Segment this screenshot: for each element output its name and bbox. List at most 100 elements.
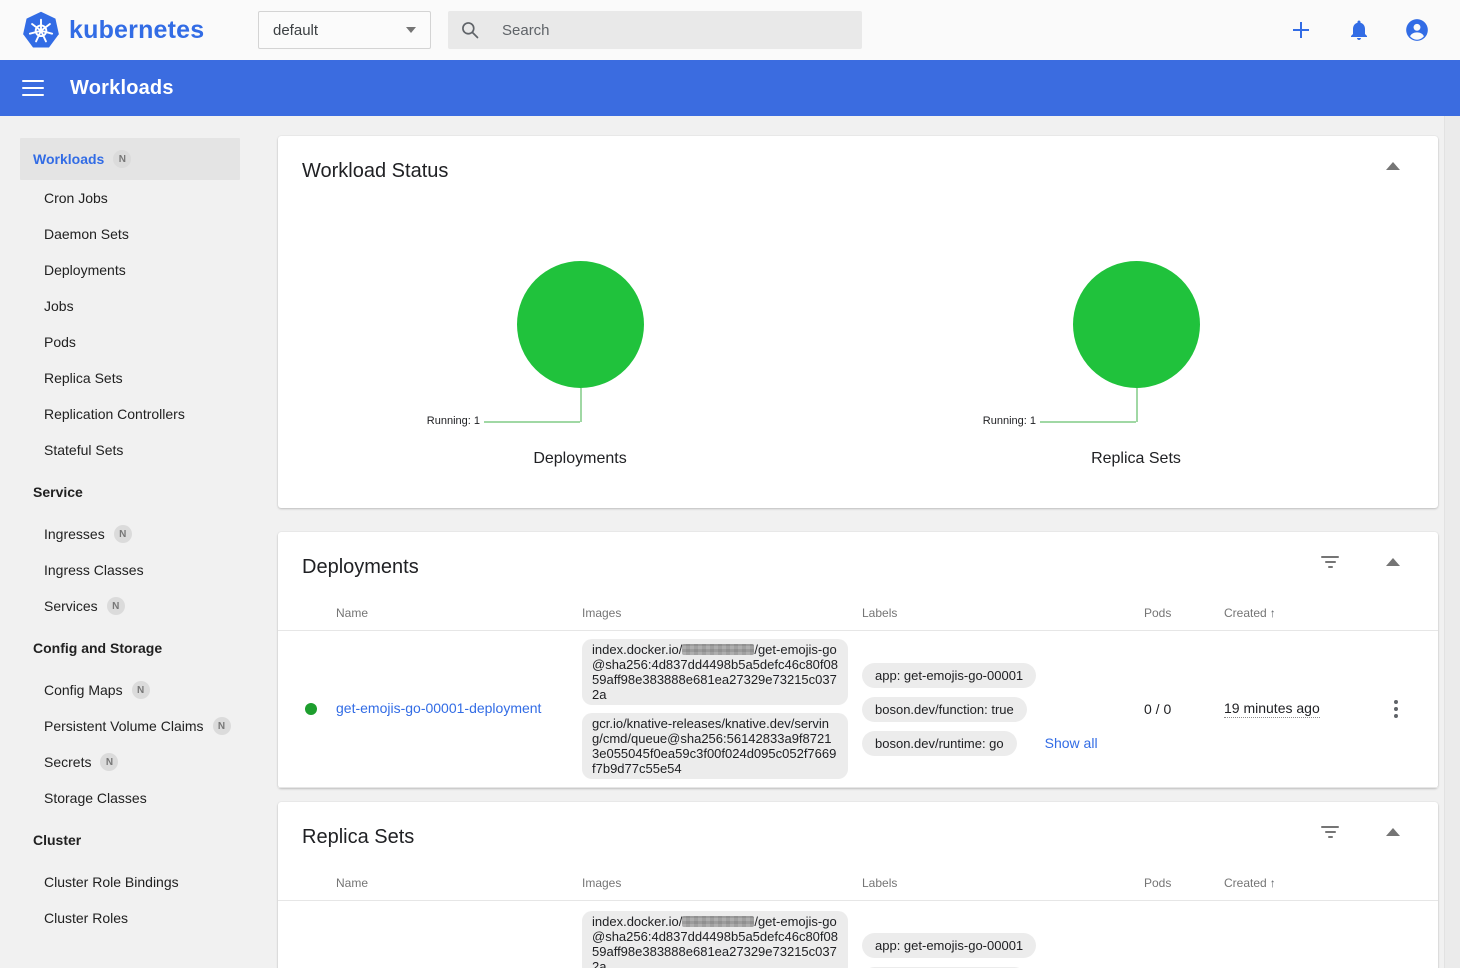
kubernetes-logo-icon — [22, 11, 60, 49]
header-actions — [1288, 17, 1430, 43]
sidebar-item-secrets[interactable]: SecretsN — [0, 744, 258, 780]
column-header-name: Name — [336, 606, 582, 626]
label-chip: boson.dev/function: true — [862, 697, 1027, 722]
column-header-labels: Labels — [862, 876, 1144, 896]
search-input[interactable] — [502, 22, 822, 39]
column-header-images: Images — [582, 606, 862, 626]
sidebar-item-ingresses[interactable]: IngressesN — [0, 516, 258, 552]
collapse-arrow-icon[interactable] — [1386, 162, 1400, 172]
collapse-arrow-icon[interactable] — [1386, 828, 1400, 838]
replica-sets-card: Replica Sets Name Images Labels Pods Cre… — [278, 802, 1438, 968]
redacted-text — [682, 644, 754, 655]
deployments-table-header: Name Images Labels Pods Created↑ — [278, 601, 1438, 631]
new-badge: N — [114, 525, 132, 543]
deployments-pie-chart: Running: 1 Deployments — [302, 261, 858, 468]
kubernetes-brand: kubernetes — [0, 11, 258, 49]
vertical-scrollbar[interactable] — [1444, 116, 1460, 968]
page-title: Workloads — [70, 77, 174, 100]
images-cell: index.docker.io//get-emojis-go@sha256:4d… — [582, 911, 862, 968]
new-badge: N — [213, 717, 231, 735]
column-header-pods: Pods — [1144, 606, 1224, 626]
create-plus-button[interactable] — [1288, 17, 1314, 43]
images-cell: index.docker.io//get-emojis-go@sha256:4d… — [582, 639, 862, 779]
workload-status-title: Workload Status — [302, 160, 1414, 183]
image-chip: index.docker.io//get-emojis-go@sha256:4d… — [582, 639, 848, 705]
deployment-name-link[interactable]: get-emojis-go-00001-deployment — [336, 700, 561, 716]
notifications-bell-button[interactable] — [1346, 17, 1372, 43]
chevron-down-icon — [406, 27, 416, 33]
replica-sets-pie-chart: Running: 1 Replica Sets — [858, 261, 1414, 468]
sort-ascending-icon: ↑ — [1270, 606, 1276, 620]
workload-status-card: Workload Status Running: 1 Deployments R… — [278, 136, 1438, 508]
replica-sets-table-header: Name Images Labels Pods Created↑ — [278, 871, 1438, 901]
search-bar — [448, 11, 862, 49]
pie-running-slice — [517, 261, 644, 388]
status-running-icon — [305, 703, 317, 715]
column-header-images: Images — [582, 876, 862, 896]
column-header-labels: Labels — [862, 606, 1144, 626]
labels-cell: app: get-emojis-go-00001 boson.dev/funct… — [862, 933, 1144, 968]
row-menu-kebab-button[interactable] — [1374, 696, 1418, 722]
replica-set-table-row: get-emojis-go-00001-deployment- index.do… — [278, 901, 1438, 968]
replica-sets-card-title: Replica Sets — [278, 826, 1438, 871]
label-chip: boson.dev/runtime: go — [862, 731, 1017, 756]
pie-chart-title: Deployments — [302, 450, 858, 468]
pie-chart-title: Replica Sets — [858, 450, 1414, 468]
page-toolbar: Workloads — [0, 60, 1460, 116]
sort-ascending-icon: ↑ — [1270, 876, 1276, 890]
sidebar-section-service: Service — [0, 474, 258, 510]
main-content: Workload Status Running: 1 Deployments R… — [258, 116, 1460, 968]
menu-hamburger-button[interactable] — [22, 80, 44, 96]
column-header-created[interactable]: Created↑ — [1224, 876, 1374, 896]
sidebar-item-storage-classes[interactable]: Storage Classes — [0, 780, 258, 816]
sidebar-item-services[interactable]: ServicesN — [0, 588, 258, 624]
app-header: kubernetes default — [0, 0, 1460, 60]
account-circle-button[interactable] — [1404, 17, 1430, 43]
filter-list-icon[interactable] — [1320, 826, 1340, 840]
pie-callout: Running: 1 — [302, 388, 858, 422]
sidebar-item-cron-jobs[interactable]: Cron Jobs — [0, 180, 258, 216]
sidebar-section-config-and-storage: Config and Storage — [0, 630, 258, 666]
image-chip: index.docker.io//get-emojis-go@sha256:4d… — [582, 911, 848, 968]
sidebar-item-cluster-roles[interactable]: Cluster Roles — [0, 900, 258, 936]
collapse-arrow-icon[interactable] — [1386, 558, 1400, 568]
pie-running-slice — [1073, 261, 1200, 388]
new-badge: N — [107, 597, 125, 615]
new-badge: N — [132, 681, 150, 699]
column-header-created[interactable]: Created↑ — [1224, 606, 1374, 626]
namespace-value: default — [273, 22, 318, 39]
sidebar-item-config-maps[interactable]: Config MapsN — [0, 672, 258, 708]
sidebar-item-workloads[interactable]: Workloads N — [20, 138, 240, 180]
created-cell: 19 minutes ago — [1224, 700, 1374, 718]
image-chip: gcr.io/knative-releases/knative.dev/serv… — [582, 713, 848, 779]
show-all-link[interactable]: Show all — [1045, 735, 1098, 751]
new-badge: N — [113, 150, 131, 168]
column-header-pods: Pods — [1144, 876, 1224, 896]
sidebar-item-ingress-classes[interactable]: Ingress Classes — [0, 552, 258, 588]
sidebar-nav: Workloads N Cron Jobs Daemon Sets Deploy… — [0, 116, 258, 968]
sidebar-item-daemon-sets[interactable]: Daemon Sets — [0, 216, 258, 252]
sidebar-item-persistent-volume-claims[interactable]: Persistent Volume ClaimsN — [0, 708, 258, 744]
pie-callout-label: Running: 1 — [983, 416, 1036, 427]
labels-cell: app: get-emojis-go-00001 boson.dev/funct… — [862, 663, 1144, 756]
sidebar-item-stateful-sets[interactable]: Stateful Sets — [0, 432, 258, 468]
brand-wordmark: kubernetes — [69, 16, 204, 45]
sidebar-item-replica-sets[interactable]: Replica Sets — [0, 360, 258, 396]
sidebar-item-cluster-role-bindings[interactable]: Cluster Role Bindings — [0, 864, 258, 900]
filter-list-icon[interactable] — [1320, 556, 1340, 570]
sidebar-section-cluster: Cluster — [0, 822, 258, 858]
sidebar-item-replication-controllers[interactable]: Replication Controllers — [0, 396, 258, 432]
redacted-text — [682, 916, 754, 927]
search-icon — [460, 20, 480, 40]
namespace-selector[interactable]: default — [258, 11, 431, 49]
deployments-card: Deployments Name Images Labels Pods Crea… — [278, 532, 1438, 788]
deployment-table-row: get-emojis-go-00001-deployment index.doc… — [278, 631, 1438, 788]
column-header-name: Name — [336, 876, 582, 896]
label-chip: app: get-emojis-go-00001 — [862, 663, 1036, 688]
pods-cell: 0 / 0 — [1144, 701, 1224, 717]
sidebar-item-deployments[interactable]: Deployments — [0, 252, 258, 288]
pie-callout: Running: 1 — [858, 388, 1414, 422]
sidebar-item-jobs[interactable]: Jobs — [0, 288, 258, 324]
pie-callout-label: Running: 1 — [427, 416, 480, 427]
sidebar-item-pods[interactable]: Pods — [0, 324, 258, 360]
